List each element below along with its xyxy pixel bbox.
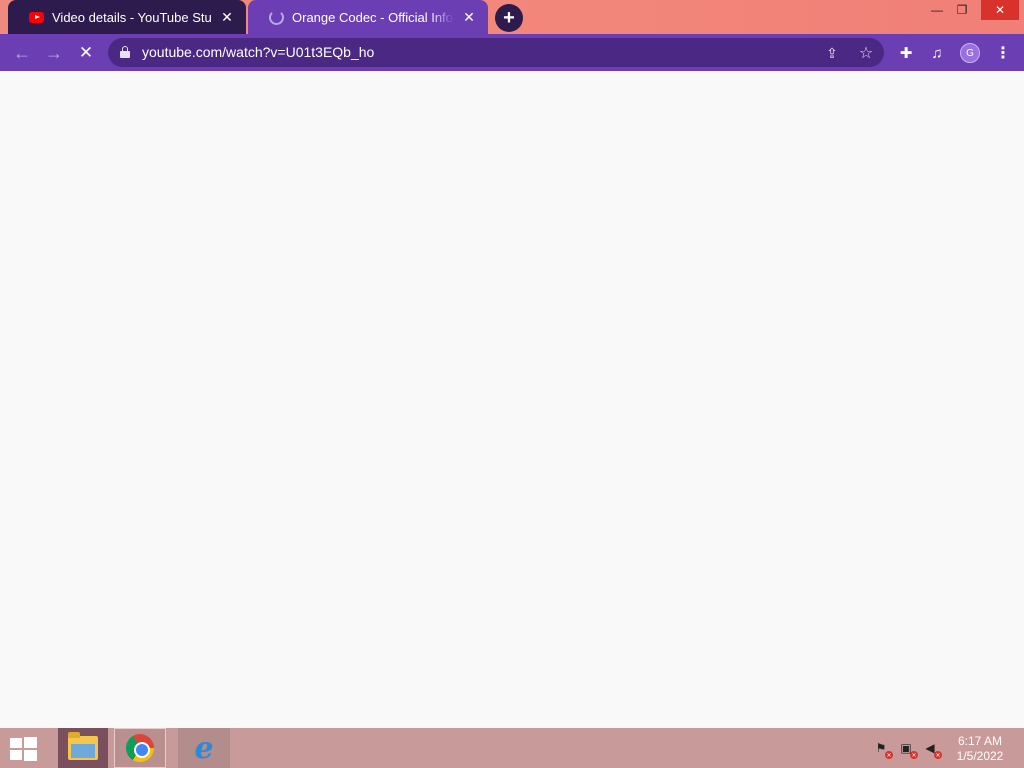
windows-start-icon[interactable]	[8, 736, 38, 762]
network-icon[interactable]: ▣ ✕	[897, 740, 918, 759]
page-content	[0, 71, 1024, 728]
internet-explorer-icon[interactable]: e	[178, 728, 230, 768]
close-window-button[interactable]: ✕	[981, 0, 1019, 20]
media-control-icon[interactable]: ♫	[926, 42, 948, 64]
new-tab-button[interactable]: +	[495, 4, 523, 32]
tab-title: Video details - YouTube Studio	[52, 9, 212, 25]
clock-date: 1/5/2022	[956, 749, 1004, 763]
lock-icon[interactable]	[120, 46, 130, 58]
loading-spinner-icon	[268, 9, 284, 25]
forward-button[interactable]: →	[41, 40, 67, 66]
file-explorer-icon[interactable]	[58, 728, 108, 768]
kebab-menu-icon[interactable]: ⋮	[992, 42, 1014, 64]
action-center-flag-icon[interactable]: ⚑ ✕	[872, 740, 893, 759]
volume-muted-icon[interactable]: ◀ ✕	[921, 740, 942, 759]
tab-video-details[interactable]: Video details - YouTube Studio ✕	[8, 0, 246, 34]
url-text[interactable]: youtube.com/watch?v=U01t3EQb_ho	[142, 44, 374, 60]
tab-strip: Video details - YouTube Studio ✕ Orange …	[0, 0, 1024, 34]
restore-button[interactable]: ❐	[947, 0, 977, 20]
extensions-puzzle-icon[interactable]: ✚	[895, 42, 917, 64]
system-clock[interactable]: 6:17 AM 1/5/2022	[950, 734, 1010, 764]
close-tab-icon[interactable]: ✕	[218, 8, 236, 26]
stop-loading-button[interactable]: ✕	[73, 40, 99, 66]
browser-toolbar: ← → ✕ youtube.com/watch?v=U01t3EQb_ho ⇪ …	[0, 34, 1024, 71]
close-tab-icon[interactable]: ✕	[460, 8, 478, 26]
back-button[interactable]: ←	[9, 40, 35, 66]
taskbar: e ⚑ ✕ ▣ ✕ ◀ ✕ 6:17 AM 1/5/2022	[0, 728, 1024, 768]
tab-orange-codec[interactable]: Orange Codec - Official Infomercial ✕	[248, 0, 488, 34]
chrome-icon[interactable]	[114, 728, 166, 768]
bookmark-star-icon[interactable]: ☆	[856, 43, 876, 63]
profile-avatar[interactable]: G	[960, 43, 980, 63]
tab-title: Orange Codec - Official Infomercial	[292, 9, 454, 25]
share-icon[interactable]: ⇪	[822, 43, 842, 63]
clock-time: 6:17 AM	[957, 734, 1003, 748]
address-bar[interactable]: youtube.com/watch?v=U01t3EQb_ho ⇪ ☆	[108, 38, 884, 67]
youtube-icon	[28, 9, 44, 25]
